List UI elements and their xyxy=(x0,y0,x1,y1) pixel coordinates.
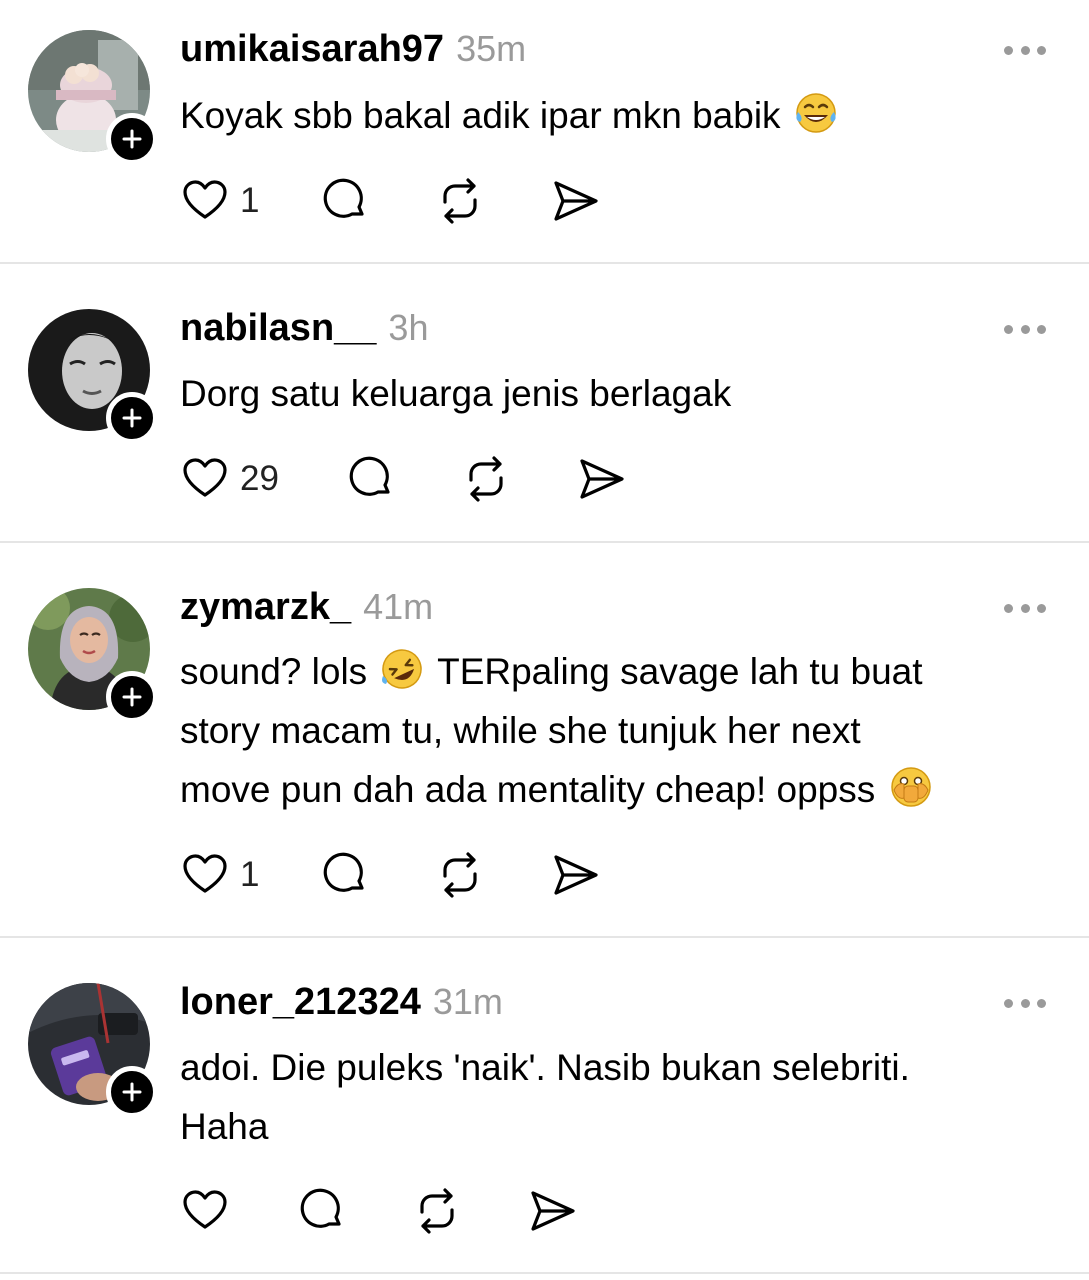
repost-icon xyxy=(469,456,503,502)
heart-icon xyxy=(183,180,227,219)
face-with-hand-over-mouth-emoji xyxy=(890,767,931,807)
more-options-icon[interactable] xyxy=(1004,997,1046,1009)
share-button[interactable] xyxy=(551,176,601,226)
comment-icon xyxy=(300,1188,341,1228)
like-button[interactable] xyxy=(180,1186,230,1236)
post-text: sound? lols TERpaling savage lah tu buat… xyxy=(180,642,1060,819)
send-icon xyxy=(554,855,599,895)
like-button[interactable]: 29 xyxy=(180,454,279,504)
timestamp: 3h xyxy=(388,307,429,348)
share-button[interactable] xyxy=(528,1186,578,1236)
reply-button[interactable] xyxy=(345,454,395,504)
post-text: Koyak sbb bakal adik ipar mkn babik xyxy=(180,86,1060,145)
plus-icon xyxy=(122,1082,142,1102)
follow-button[interactable] xyxy=(106,392,158,444)
divider xyxy=(0,541,1089,543)
plus-icon xyxy=(122,408,142,428)
more-options-icon[interactable] xyxy=(1004,44,1046,56)
send-icon xyxy=(531,1191,575,1231)
plus-icon xyxy=(122,129,142,149)
timestamp: 31m xyxy=(432,981,503,1022)
plus-icon xyxy=(122,687,142,707)
reply-button[interactable] xyxy=(319,176,369,226)
repost-button[interactable] xyxy=(412,1186,462,1236)
like-button[interactable]: 1 xyxy=(180,850,259,900)
like-count: 29 xyxy=(240,459,279,498)
reply-button[interactable] xyxy=(319,850,369,900)
rolling-on-floor-laughing-emoji xyxy=(382,649,423,689)
repost-icon xyxy=(443,178,478,224)
reply-button[interactable] xyxy=(296,1186,346,1236)
comment-icon xyxy=(349,456,390,496)
like-count: 1 xyxy=(240,181,260,220)
heart-icon xyxy=(183,458,227,497)
send-icon xyxy=(580,459,624,499)
comment-icon xyxy=(324,852,365,892)
divider xyxy=(0,936,1089,938)
more-options-icon[interactable] xyxy=(1004,323,1046,335)
post-text: Dorg satu keluarga jenis berlagak xyxy=(180,373,732,414)
share-button[interactable] xyxy=(551,850,601,900)
username[interactable]: loner_212324 xyxy=(180,981,421,1024)
like-button[interactable]: 1 xyxy=(180,176,259,226)
divider xyxy=(0,1272,1089,1274)
more-options-icon[interactable] xyxy=(1004,602,1046,614)
repost-icon xyxy=(443,852,478,898)
tears-of-joy-emoji xyxy=(796,93,836,133)
share-button[interactable] xyxy=(577,454,627,504)
repost-icon xyxy=(420,1188,454,1234)
follow-button[interactable] xyxy=(106,113,158,165)
username[interactable]: umikaisarah97 xyxy=(180,28,444,71)
heart-icon xyxy=(183,1190,227,1229)
post-text: adoi. Die puleks 'naik'. Nasib bukan sel… xyxy=(180,1047,910,1147)
timestamp: 41m xyxy=(363,586,434,627)
follow-button[interactable] xyxy=(106,1066,158,1118)
username[interactable]: nabilasn__ xyxy=(180,307,376,350)
repost-button[interactable] xyxy=(461,454,511,504)
comment-icon xyxy=(324,178,365,218)
like-count: 1 xyxy=(240,855,260,894)
divider xyxy=(0,262,1089,264)
send-icon xyxy=(554,181,599,221)
heart-icon xyxy=(183,854,227,893)
timestamp: 35m xyxy=(456,28,527,69)
repost-button[interactable] xyxy=(435,850,485,900)
repost-button[interactable] xyxy=(435,176,485,226)
username[interactable]: zymarzk_ xyxy=(180,586,351,629)
follow-button[interactable] xyxy=(106,671,158,723)
